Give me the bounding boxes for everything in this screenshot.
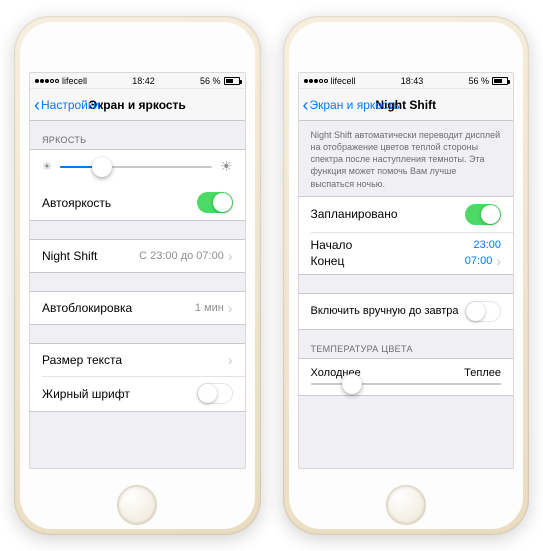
clock: 18:42 xyxy=(132,76,155,86)
chevron-right-icon: › xyxy=(496,254,501,268)
night-shift-row[interactable]: Night Shift С 23:00 до 07:00› xyxy=(30,240,245,272)
sun-small-icon: ☀︎ xyxy=(42,160,52,173)
text-size-row[interactable]: Размер текста › xyxy=(30,344,245,376)
page-title: Экран и яркость xyxy=(89,98,186,112)
auto-brightness-toggle[interactable] xyxy=(197,192,233,213)
text-size-label: Размер текста xyxy=(42,353,122,367)
chevron-right-icon: › xyxy=(228,301,233,315)
clock: 18:43 xyxy=(401,76,424,86)
schedule-start-value: 23:00 xyxy=(473,239,501,251)
back-button[interactable]: ‹ Настройки xyxy=(34,96,100,114)
chevron-left-icon: ‹ xyxy=(303,96,309,114)
schedule-times-row[interactable]: Начало 23:00 Конец 07:00› xyxy=(299,232,514,274)
chevron-right-icon: › xyxy=(228,249,233,263)
chevron-left-icon: ‹ xyxy=(34,96,40,114)
night-shift-label: Night Shift xyxy=(42,249,97,263)
manual-enable-toggle[interactable] xyxy=(465,301,501,322)
nav-bar: ‹ Экран и яркость Night Shift xyxy=(299,89,514,121)
home-button[interactable] xyxy=(117,485,157,525)
home-button[interactable] xyxy=(386,485,426,525)
color-temp-slider[interactable] xyxy=(311,383,502,385)
auto-brightness-label: Автояркость xyxy=(42,196,111,210)
scheduled-label: Запланировано xyxy=(311,207,398,221)
screen-display-brightness: lifecell 18:42 56 % ‹ Настройки Экран и … xyxy=(29,72,246,469)
brightness-header: ЯРКОСТЬ xyxy=(30,121,245,149)
auto-brightness-row: Автояркость xyxy=(30,185,245,220)
scheduled-row: Запланировано xyxy=(299,197,514,232)
scheduled-toggle[interactable] xyxy=(465,204,501,225)
manual-enable-label: Включить вручную до завтра xyxy=(311,305,459,317)
nav-bar: ‹ Настройки Экран и яркость xyxy=(30,89,245,121)
battery-percent: 56 % xyxy=(468,76,489,86)
auto-lock-label: Автоблокировка xyxy=(42,301,132,315)
back-label: Настройки xyxy=(41,98,100,112)
battery-percent: 56 % xyxy=(200,76,221,86)
color-temp-header: ТЕМПЕРАТУРА ЦВЕТА xyxy=(299,330,514,358)
auto-lock-row[interactable]: Автоблокировка 1 мин› xyxy=(30,292,245,324)
back-label: Экран и яркость xyxy=(310,98,400,112)
manual-enable-row: Включить вручную до завтра xyxy=(299,294,514,329)
schedule-start-label: Начало xyxy=(311,238,353,252)
battery-icon xyxy=(492,77,508,85)
night-shift-description: Night Shift автоматически переводит дисп… xyxy=(299,121,514,196)
schedule-end-label: Конец xyxy=(311,254,345,268)
temp-warm-label: Теплее xyxy=(464,367,501,379)
brightness-slider[interactable] xyxy=(60,166,212,168)
bold-text-row: Жирный шрифт xyxy=(30,376,245,411)
schedule-end-value: 07:00 xyxy=(465,255,493,267)
brightness-slider-row: ☀︎ ☀︎ xyxy=(30,150,245,185)
phone-left: lifecell 18:42 56 % ‹ Настройки Экран и … xyxy=(14,16,261,535)
status-bar: lifecell 18:43 56 % xyxy=(299,73,514,89)
battery-icon xyxy=(224,77,240,85)
chevron-right-icon: › xyxy=(228,353,233,367)
phone-right: lifecell 18:43 56 % ‹ Экран и яркость Ni… xyxy=(283,16,530,535)
back-button[interactable]: ‹ Экран и яркость xyxy=(303,96,400,114)
bold-text-label: Жирный шрифт xyxy=(42,387,130,401)
status-bar: lifecell 18:42 56 % xyxy=(30,73,245,89)
screen-night-shift: lifecell 18:43 56 % ‹ Экран и яркость Ni… xyxy=(298,72,515,469)
sun-large-icon: ☀︎ xyxy=(220,158,233,175)
carrier-label: lifecell xyxy=(331,76,356,86)
bold-text-toggle[interactable] xyxy=(197,383,233,404)
carrier-label: lifecell xyxy=(62,76,87,86)
